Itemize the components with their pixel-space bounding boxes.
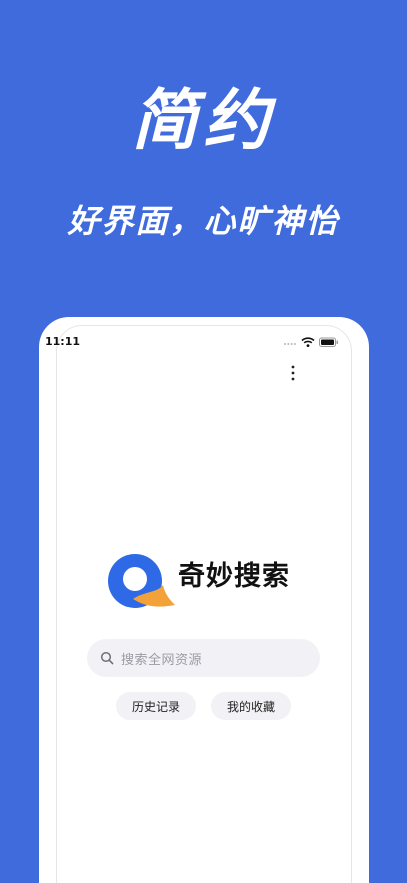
search-icon [100,651,114,665]
history-button[interactable]: 历史记录 [116,692,196,720]
search-placeholder: 搜索全网资源 [121,652,203,668]
promo-subline: 好界面，心旷神怡 [67,202,340,240]
favorites-button[interactable]: 我的收藏 [211,692,291,720]
phone-screen-border [56,325,352,883]
wifi-icon [301,337,315,347]
cellular-dots-icon [284,343,296,345]
battery-icon [319,337,338,347]
more-vertical-icon[interactable] [288,364,298,382]
search-input[interactable]: 搜索全网资源 [87,639,320,677]
status-time: 11:11 [45,335,81,348]
status-icons [283,336,339,348]
phone-frame [39,317,369,883]
qimiao-logo-icon [108,554,175,608]
promo-headline: 简约 [131,82,276,159]
app-name: 奇妙搜索 [178,561,290,592]
